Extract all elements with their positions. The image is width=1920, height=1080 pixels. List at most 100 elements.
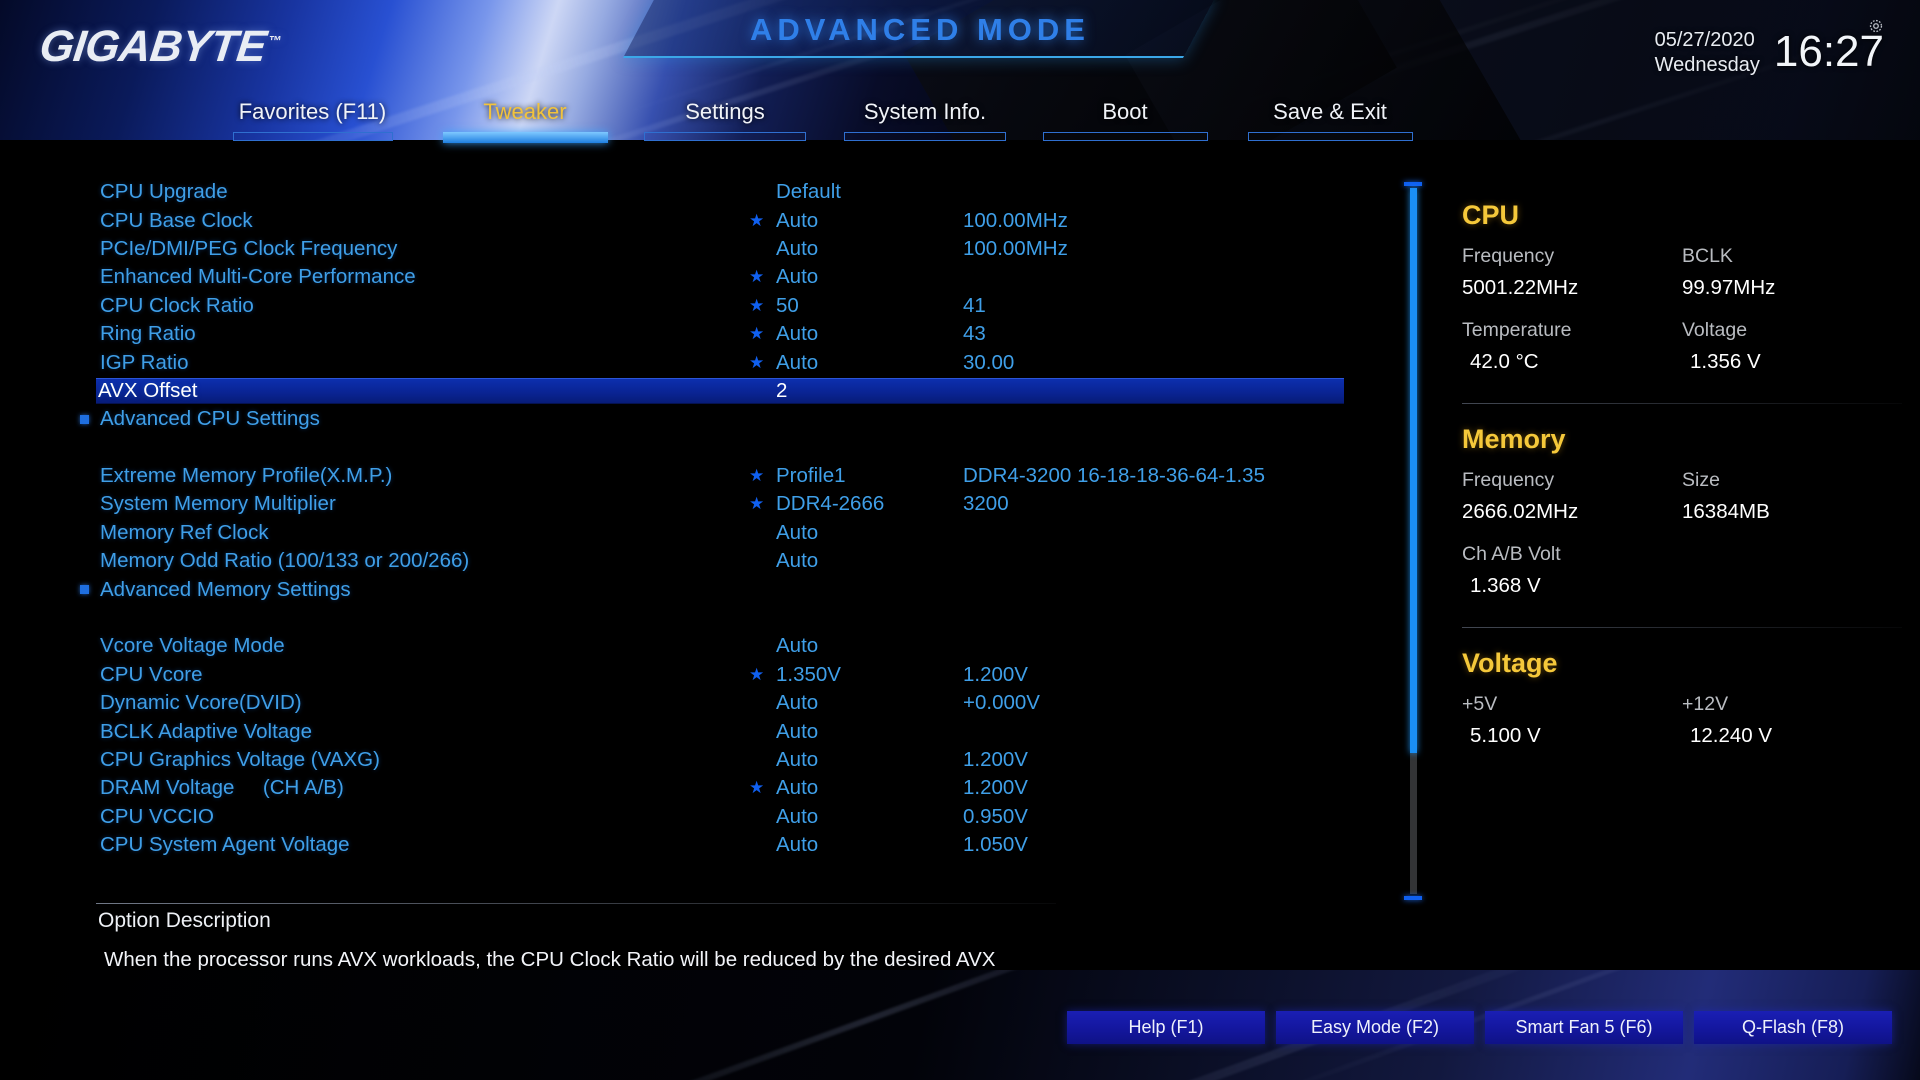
settings-row[interactable]: CPU Graphics Voltage (VAXG) Auto 1.200V [0, 746, 1360, 774]
setting-value[interactable]: Auto [776, 776, 818, 800]
weekday-text: Wednesday [1654, 54, 1760, 76]
memory-size-value: 16384MB [1682, 500, 1770, 523]
setting-current-value: 1.200V [963, 776, 1028, 800]
favorite-star-icon[interactable]: ★ [749, 496, 764, 513]
setting-value[interactable]: Auto [776, 549, 818, 573]
setting-label: IGP Ratio [100, 350, 189, 374]
scrollbar-bottom-cap[interactable] [1404, 896, 1422, 900]
settings-row[interactable]: CPU Clock Ratio ★ 50 41 [0, 292, 1360, 320]
setting-value[interactable]: 2 [776, 379, 787, 403]
setting-value[interactable]: Auto [776, 805, 818, 829]
setting-value[interactable]: 1.350V [776, 663, 841, 687]
bios-screen: GIGABYTE™ ADVANCED MODE 05/27/2020 Wedne… [0, 0, 1920, 1080]
setting-value[interactable]: Auto [776, 833, 818, 857]
tab-boot[interactable]: Boot [1025, 96, 1225, 142]
settings-row[interactable]: CPU Vcore ★ 1.350V 1.200V [0, 661, 1360, 689]
tab-system-info[interactable]: System Info. [825, 96, 1025, 142]
submenu-bullet-icon [80, 585, 89, 595]
setting-value[interactable]: Auto [776, 691, 818, 715]
settings-row[interactable]: System Memory Multiplier ★ DDR4-2666 3200 [0, 490, 1360, 518]
scrollbar-top-cap[interactable] [1404, 182, 1422, 186]
tab-underline [644, 132, 806, 141]
memory-section-title: Memory [1462, 424, 1566, 454]
cpu-temperature-label: Temperature [1462, 319, 1572, 341]
voltage-12v-value: 12.240 V [1690, 724, 1773, 747]
setting-label: CPU Vcore [100, 662, 203, 686]
setting-value[interactable]: Auto [776, 521, 818, 545]
settings-row[interactable]: Advanced Memory Settings [0, 575, 1360, 603]
setting-value[interactable]: Auto [776, 322, 818, 346]
setting-current-value: 100.00MHz [963, 236, 1068, 260]
tab-favorites-f11[interactable]: Favorites (F11) [200, 96, 425, 142]
favorite-star-icon[interactable]: ★ [749, 780, 764, 797]
setting-value[interactable]: Auto [776, 237, 818, 261]
settings-row[interactable]: Memory Odd Ratio (100/133 or 200/266) Aut… [0, 547, 1360, 575]
option-description-title: Option Description [98, 909, 271, 932]
voltage-info-block: Voltage +5V +12V 5.100 V 12.240 V [1462, 648, 1902, 761]
setting-value[interactable]: Auto [776, 748, 818, 772]
favorite-star-icon[interactable]: ★ [749, 269, 764, 286]
memory-blank-label [1682, 539, 1902, 569]
setting-value[interactable]: Auto [776, 720, 818, 744]
setting-label: Enhanced Multi-Core Performance [100, 265, 416, 289]
function-key-buttons: Help (F1) Easy Mode (F2) Smart Fan 5 (F6) Q… [1067, 1011, 1892, 1044]
cpu-bclk-label: BCLK [1682, 245, 1733, 267]
setting-value[interactable]: Default [776, 180, 841, 204]
favorite-star-icon[interactable]: ★ [749, 297, 764, 314]
memory-frequency-value: 2666.02MHz [1462, 500, 1579, 523]
settings-row[interactable]: Vcore Voltage Mode Auto [0, 632, 1360, 660]
settings-row[interactable]: Extreme Memory Profile(X.M.P.) ★ Profile1 D… [0, 462, 1360, 490]
setting-value[interactable]: Auto [776, 351, 818, 375]
settings-row[interactable]: IGP Ratio ★ Auto 30.00 [0, 348, 1360, 376]
settings-row[interactable]: DRAM Voltage (CH A/B) ★ Auto 1.200V [0, 774, 1360, 802]
tab-label: Tweaker [483, 99, 567, 124]
settings-row[interactable]: AVX Offset 2 [0, 377, 1360, 405]
scrollbar-thumb[interactable] [1410, 188, 1417, 753]
settings-row[interactable]: CPU VCCIO Auto 0.950V [0, 803, 1360, 831]
favorite-star-icon[interactable]: ★ [749, 325, 764, 342]
favorite-star-icon[interactable]: ★ [749, 212, 764, 229]
favorite-star-icon[interactable]: ★ [749, 666, 764, 683]
setting-current-value: 3200 [963, 492, 1009, 516]
setting-value[interactable]: Auto [776, 634, 818, 658]
tab-tweaker[interactable]: Tweaker [425, 96, 625, 143]
settings-row[interactable]: CPU System Agent Voltage Auto 1.050V [0, 831, 1360, 859]
setting-label: CPU Graphics Voltage (VAXG) [100, 748, 380, 771]
settings-row[interactable]: CPU Upgrade Default [0, 178, 1360, 206]
footer-button-smart-fan-5-f6[interactable]: Smart Fan 5 (F6) [1485, 1011, 1683, 1044]
tab-settings[interactable]: Settings [625, 96, 825, 142]
settings-row[interactable]: Enhanced Multi-Core Performance ★ Auto [0, 263, 1360, 291]
settings-row[interactable]: Dynamic Vcore(DVID) Auto +0.000V [0, 689, 1360, 717]
system-info-panel: CPU Frequency BCLK 5001.22MHz 99.97MHz T… [1462, 200, 1902, 761]
vertical-scrollbar[interactable] [1404, 182, 1422, 900]
footer-button-easy-mode-f2[interactable]: Easy Mode (F2) [1276, 1011, 1474, 1044]
settings-row[interactable]: Memory Ref Clock Auto [0, 519, 1360, 547]
setting-value[interactable]: Profile1 [776, 464, 846, 488]
setting-current-value: +0.000V [963, 691, 1040, 715]
favorite-star-icon[interactable]: ★ [749, 354, 764, 371]
setting-current-value: 43 [963, 322, 986, 346]
setting-current-value: 1.200V [963, 748, 1028, 771]
panel-divider [1462, 627, 1902, 628]
memory-info-grid: Frequency Size 2666.02MHz 16384MB Ch A/B… [1462, 465, 1902, 611]
panel-divider [1462, 403, 1902, 404]
tab-save-exit[interactable]: Save & Exit [1225, 96, 1435, 142]
settings-row[interactable]: Ring Ratio ★ Auto 43 [0, 320, 1360, 348]
setting-value[interactable]: Auto [776, 209, 818, 233]
settings-row[interactable]: PCIe/DMI/PEG Clock Frequency Auto 100.00MH… [0, 235, 1360, 263]
setting-current-value: 1.050V [963, 833, 1028, 857]
gear-icon[interactable] [1868, 18, 1884, 34]
settings-row[interactable]: CPU Base Clock ★ Auto 100.00MHz [0, 206, 1360, 234]
settings-row[interactable]: Advanced CPU Settings [0, 405, 1360, 433]
setting-label: Advanced Memory Settings [100, 577, 351, 601]
setting-value[interactable]: 50 [776, 294, 799, 318]
submenu-bullet-icon [80, 414, 89, 424]
settings-row[interactable]: BCLK Adaptive Voltage Auto [0, 717, 1360, 745]
footer-button-help-f1[interactable]: Help (F1) [1067, 1011, 1265, 1044]
favorite-star-icon[interactable]: ★ [749, 467, 764, 484]
setting-value[interactable]: Auto [776, 265, 818, 289]
setting-label: CPU VCCIO [100, 804, 214, 828]
memory-size-label: Size [1682, 469, 1720, 491]
footer-button-q-flash-f8[interactable]: Q-Flash (F8) [1694, 1011, 1892, 1044]
setting-value[interactable]: DDR4-2666 [776, 492, 884, 516]
